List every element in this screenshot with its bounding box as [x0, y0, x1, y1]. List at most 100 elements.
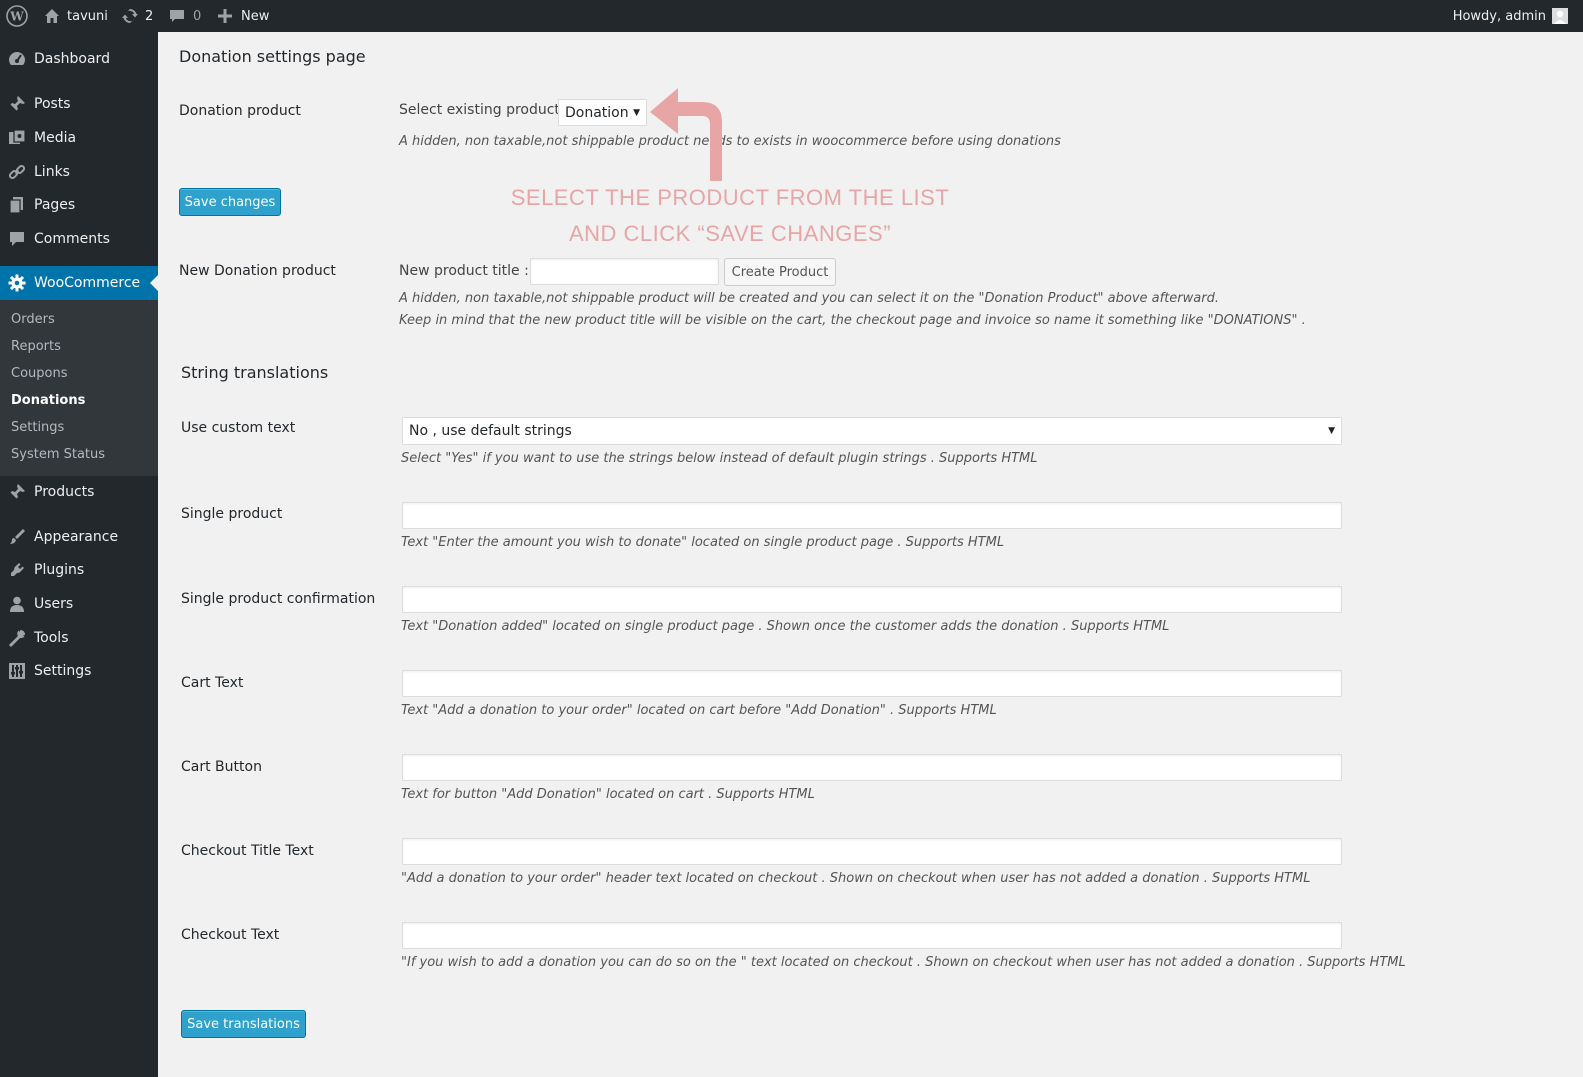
donation-product-select[interactable]: Donation ▼	[558, 99, 647, 126]
sidebar-item-label: Settings	[34, 663, 92, 679]
save-translations-button[interactable]: Save translations	[181, 1010, 306, 1038]
single-product-confirmation-label: Single product confirmation	[181, 591, 376, 607]
string-translations-heading: String translations	[181, 363, 329, 382]
user-icon	[8, 595, 26, 613]
checkout-text-label: Checkout Text	[181, 927, 280, 943]
pages-icon	[8, 196, 26, 214]
submenu-item-coupons[interactable]: Coupons	[11, 366, 68, 381]
donation-product-label: Donation product	[179, 103, 301, 119]
svg-text:W: W	[9, 10, 24, 24]
sidebar-item-media[interactable]: Media	[0, 121, 158, 155]
checkout-text-description: "If you wish to add a donation you can d…	[401, 955, 1406, 970]
sidebar-item-label: Pages	[34, 197, 76, 213]
new-product-description-2: Keep in mind that the new product title …	[399, 313, 1306, 328]
refresh-icon	[121, 7, 139, 25]
caret-down-icon: ▼	[633, 107, 640, 118]
use-custom-text-description: Select "Yes" if you want to use the stri…	[401, 451, 1038, 466]
checkout-title-text-label: Checkout Title Text	[181, 843, 314, 859]
caret-down-icon: ▼	[1328, 426, 1335, 436]
annotation-line-2: AND CLICK “SAVE CHANGES”	[568, 221, 892, 246]
brush-icon	[8, 528, 26, 546]
home-icon	[44, 8, 60, 24]
sidebar-item-pages[interactable]: Pages	[0, 188, 158, 222]
new-donation-product-label: New Donation product	[179, 263, 336, 279]
create-product-button[interactable]: Create Product	[724, 258, 836, 286]
sidebar-item-links[interactable]: Links	[0, 155, 158, 189]
new-content-link[interactable]: New	[218, 0, 269, 32]
single-product-confirmation-description: Text "Donation added" located on single …	[401, 619, 1170, 634]
single-product-label: Single product	[181, 506, 283, 522]
sidebar-item-comments[interactable]: Comments	[0, 222, 158, 256]
sidebar-item-label: Comments	[34, 231, 110, 247]
avatar	[1552, 8, 1568, 24]
use-custom-text-label: Use custom text	[181, 420, 296, 436]
submenu-item-system-status[interactable]: System Status	[11, 447, 105, 462]
sidebar-item-label: Plugins	[34, 562, 85, 578]
pin-icon	[8, 483, 26, 501]
pin-icon	[8, 95, 26, 113]
single-product-confirmation-input[interactable]	[402, 586, 1342, 613]
sidebar-item-label: Products	[34, 484, 95, 500]
gear-icon	[8, 274, 26, 292]
dashboard-icon	[8, 50, 26, 68]
comments-count: 0	[193, 8, 202, 24]
sidebar-item-label: Links	[34, 164, 70, 180]
woocommerce-submenu: Orders Reports Coupons Donations Setting…	[0, 300, 158, 476]
sidebar-item-dashboard[interactable]: Dashboard	[0, 42, 158, 76]
comments-link[interactable]: 0	[169, 0, 201, 32]
donation-product-selected: Donation	[565, 104, 629, 121]
single-product-input[interactable]	[402, 502, 1342, 529]
plus-icon	[218, 9, 232, 23]
submenu-item-donations[interactable]: Donations	[11, 393, 85, 408]
annotation-line-1: SELECT THE PRODUCT FROM THE LIST	[510, 185, 950, 210]
new-label: New	[241, 8, 270, 24]
my-account-link[interactable]: Howdy, admin	[1453, 0, 1568, 32]
sidebar-item-tools[interactable]: Tools	[0, 621, 158, 655]
save-changes-button[interactable]: Save changes	[179, 188, 281, 216]
checkout-title-text-input[interactable]	[402, 838, 1342, 865]
cart-button-description: Text for button "Add Donation" located o…	[401, 787, 815, 802]
admin-bar: W tavuni 2 0 New Howdy, admin	[0, 0, 1583, 32]
cart-button-input[interactable]	[402, 754, 1342, 781]
sidebar-item-plugins[interactable]: Plugins	[0, 553, 158, 587]
cart-text-input[interactable]	[402, 670, 1342, 697]
curved-arrow-icon	[650, 88, 722, 181]
page-title: Donation settings page	[179, 47, 366, 66]
wrench-icon	[8, 629, 26, 648]
sidebar-item-products[interactable]: Products	[0, 475, 158, 509]
comment-icon	[8, 230, 26, 248]
submenu-item-orders[interactable]: Orders	[11, 312, 55, 327]
sidebar-item-label: Users	[34, 596, 74, 612]
submenu-item-settings[interactable]: Settings	[11, 420, 64, 435]
sidebar-item-appearance[interactable]: Appearance	[0, 520, 158, 554]
updates-count: 2	[145, 8, 154, 24]
sidebar-item-woocommerce[interactable]: WooCommerce	[0, 266, 158, 300]
cart-button-label: Cart Button	[181, 759, 262, 775]
single-product-description: Text "Enter the amount you wish to donat…	[401, 535, 1005, 550]
media-icon	[8, 129, 26, 147]
checkout-text-input[interactable]	[402, 922, 1342, 949]
howdy-text: Howdy, admin	[1452, 8, 1546, 24]
new-product-description-1: A hidden, non taxable,not shippable prod…	[399, 291, 1219, 306]
submenu-item-reports[interactable]: Reports	[11, 339, 61, 354]
sidebar-item-label: Media	[34, 130, 77, 146]
sidebar-item-label: Dashboard	[34, 51, 110, 67]
cart-text-label: Cart Text	[181, 675, 244, 691]
updates-link[interactable]: 2	[121, 0, 153, 32]
link-icon	[8, 163, 26, 181]
cart-text-description: Text "Add a donation to your order" loca…	[401, 703, 997, 718]
sidebar-item-settings[interactable]: Settings	[0, 654, 158, 688]
wordpress-logo-icon[interactable]: W	[6, 0, 28, 32]
site-name: tavuni	[67, 8, 108, 24]
use-custom-text-selected: No , use default strings	[409, 423, 572, 439]
new-product-title-label: New product title :	[399, 263, 529, 279]
sidebar-item-label: Appearance	[34, 529, 119, 545]
sidebar-item-label: WooCommerce	[34, 275, 141, 291]
sidebar-item-users[interactable]: Users	[0, 587, 158, 621]
sidebar-item-posts[interactable]: Posts	[0, 87, 158, 121]
use-custom-text-select[interactable]: No , use default strings ▼	[402, 417, 1342, 445]
site-name-link[interactable]: tavuni	[44, 0, 108, 32]
new-product-title-input[interactable]	[530, 258, 719, 285]
sidebar-item-label: Tools	[34, 630, 69, 646]
comment-icon	[169, 8, 185, 24]
